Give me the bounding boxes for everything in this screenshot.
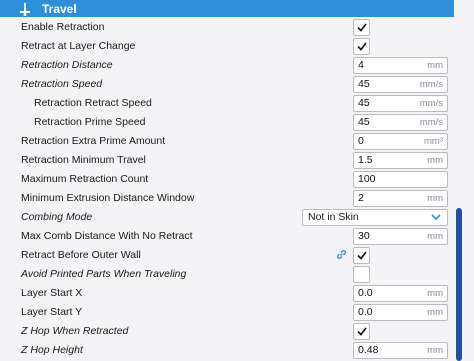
setting-label: Retraction Minimum Travel xyxy=(21,154,146,166)
checkmark-icon xyxy=(356,23,367,32)
setting-row-avoid-printed-parts: Avoid Printed Parts When Traveling xyxy=(0,265,454,284)
setting-label: Z Hop When Retracted xyxy=(21,325,129,337)
checkmark-icon xyxy=(356,42,367,51)
z-hop-when-retracted-checkbox[interactable] xyxy=(353,323,370,340)
enable-retraction-checkbox[interactable] xyxy=(353,19,370,36)
setting-row-enable-retraction: Enable Retraction xyxy=(0,18,454,37)
avoid-printed-parts-checkbox[interactable] xyxy=(353,266,370,283)
vertical-scrollbar[interactable] xyxy=(456,208,462,361)
field-value: 30 xyxy=(358,230,370,242)
field-unit: mm xyxy=(427,345,443,356)
field-value: 0.0 xyxy=(358,287,373,299)
setting-row-z-hop-when-retracted: Z Hop When Retracted xyxy=(0,322,454,341)
setting-row-layer-start-x: Layer Start X 0.0 mm xyxy=(0,284,454,303)
setting-row-extrusion-window: Minimum Extrusion Distance Window 2 mm xyxy=(0,189,454,208)
max-comb-distance-input[interactable]: 30 mm xyxy=(353,228,448,245)
retract-before-outer-wall-checkbox[interactable] xyxy=(353,247,370,264)
chevron-down-icon xyxy=(431,214,441,221)
setting-label: Retraction Extra Prime Amount xyxy=(21,135,166,147)
field-unit: mm/s xyxy=(419,117,443,128)
setting-row-minimum-travel: Retraction Minimum Travel 1.5 mm xyxy=(0,151,454,170)
setting-label: Z Hop Height xyxy=(21,344,83,356)
field-value: 4 xyxy=(358,59,364,71)
field-value: 2 xyxy=(358,192,364,204)
setting-label: Retraction Distance xyxy=(21,59,113,71)
field-unit: mm³ xyxy=(424,136,443,147)
checkmark-icon xyxy=(356,251,367,260)
field-value: 100 xyxy=(358,173,376,185)
setting-label: Layer Start Y xyxy=(21,306,83,318)
combing-mode-select[interactable]: Not in Skin xyxy=(302,209,448,226)
setting-label: Maximum Retraction Count xyxy=(21,173,149,185)
setting-row-retract-before-outer-wall: Retract Before Outer Wall xyxy=(0,246,454,265)
retraction-prime-speed-input[interactable]: 45 mm/s xyxy=(353,114,448,131)
field-unit: mm xyxy=(427,231,443,242)
field-value: 45 xyxy=(358,97,370,109)
field-unit: mm/s xyxy=(419,98,443,109)
field-value: 45 xyxy=(358,116,370,128)
retract-layer-change-checkbox[interactable] xyxy=(353,38,370,55)
extrusion-window-input[interactable]: 2 mm xyxy=(353,190,448,207)
retraction-distance-input[interactable]: 4 mm xyxy=(353,57,448,74)
layer-start-x-input[interactable]: 0.0 mm xyxy=(353,285,448,302)
retraction-retract-speed-input[interactable]: 45 mm/s xyxy=(353,95,448,112)
field-unit: mm/s xyxy=(419,79,443,90)
setting-label: Retract at Layer Change xyxy=(21,40,136,52)
extra-prime-amount-input[interactable]: 0 mm³ xyxy=(353,133,448,150)
field-value: 1.5 xyxy=(358,154,373,166)
minimum-travel-input[interactable]: 1.5 mm xyxy=(353,152,448,169)
setting-row-retraction-speed: Retraction Speed 45 mm/s xyxy=(0,75,454,94)
setting-row-extra-prime-amount: Retraction Extra Prime Amount 0 mm³ xyxy=(0,132,454,151)
setting-label: Max Comb Distance With No Retract xyxy=(21,230,193,242)
max-retraction-count-input[interactable]: 100 xyxy=(353,171,448,188)
setting-label: Layer Start X xyxy=(21,287,83,299)
setting-label: Combing Mode xyxy=(21,211,93,223)
field-unit: mm xyxy=(427,307,443,318)
field-unit: mm xyxy=(427,288,443,299)
field-value: 0 xyxy=(358,135,364,147)
setting-row-retraction-prime-speed: Retraction Prime Speed 45 mm/s xyxy=(0,113,454,132)
setting-row-z-hop-height: Z Hop Height 0.48 mm xyxy=(0,341,454,360)
setting-row-retraction-distance: Retraction Distance 4 mm xyxy=(0,56,454,75)
setting-label: Retraction Retract Speed xyxy=(34,97,152,109)
setting-row-max-comb-distance: Max Comb Distance With No Retract 30 mm xyxy=(0,227,454,246)
setting-label: Retraction Prime Speed xyxy=(34,116,146,128)
field-unit: mm xyxy=(427,60,443,71)
setting-label: Minimum Extrusion Distance Window xyxy=(21,192,195,204)
field-unit: mm xyxy=(427,193,443,204)
select-value: Not in Skin xyxy=(308,211,359,223)
setting-row-max-retraction-count: Maximum Retraction Count 100 xyxy=(0,170,454,189)
section-header-travel[interactable]: Travel xyxy=(0,0,454,17)
setting-label: Enable Retraction xyxy=(21,21,105,33)
setting-label: Avoid Printed Parts When Traveling xyxy=(21,268,187,280)
setting-row-retract-layer-change: Retract at Layer Change xyxy=(0,37,454,56)
field-unit: mm xyxy=(427,155,443,166)
travel-icon xyxy=(14,0,36,17)
link-icon[interactable] xyxy=(336,249,347,263)
setting-label: Retract Before Outer Wall xyxy=(21,249,141,261)
setting-row-layer-start-y: Layer Start Y 0.0 mm xyxy=(0,303,454,322)
layer-start-y-input[interactable]: 0.0 mm xyxy=(353,304,448,321)
field-value: 0.0 xyxy=(358,306,373,318)
setting-row-combing-mode: Combing Mode Not in Skin xyxy=(0,208,454,227)
field-value: 45 xyxy=(358,78,370,90)
checkmark-icon xyxy=(356,327,367,336)
setting-row-retraction-retract-speed: Retraction Retract Speed 45 mm/s xyxy=(0,94,454,113)
retraction-speed-input[interactable]: 45 mm/s xyxy=(353,76,448,93)
section-title: Travel xyxy=(42,1,77,16)
setting-label: Retraction Speed xyxy=(21,78,103,90)
field-value: 0.48 xyxy=(358,344,379,356)
z-hop-height-input[interactable]: 0.48 mm xyxy=(353,342,448,359)
